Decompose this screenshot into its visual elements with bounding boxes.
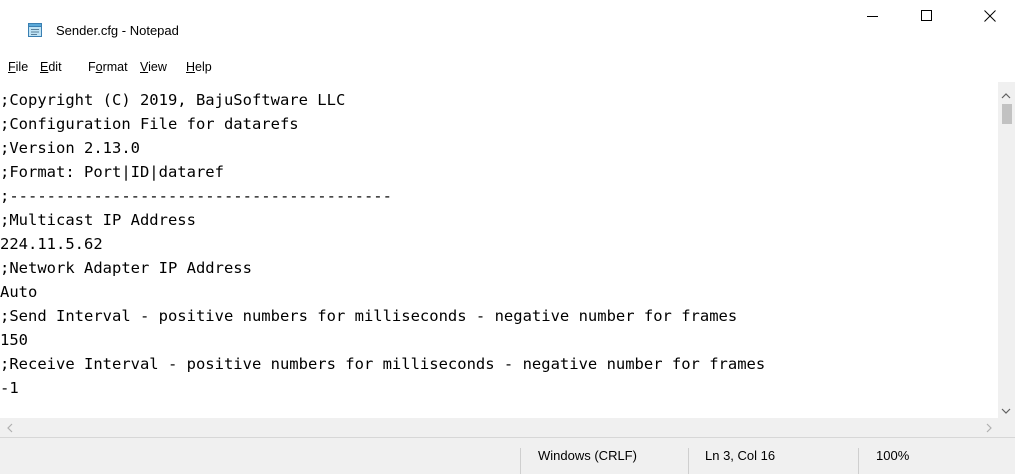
- editor-line: ;Version 2.13.0: [0, 139, 140, 157]
- menu-format[interactable]: Format: [88, 60, 128, 74]
- minimize-icon: [867, 16, 878, 17]
- menu-file[interactable]: File: [8, 60, 28, 74]
- title-bar[interactable]: Sender.cfg - Notepad: [0, 0, 1015, 38]
- editor-line: ;---------------------------------------…: [0, 187, 392, 205]
- editor-line: 224.11.5.62: [0, 235, 103, 253]
- editor-line: ;Format: Port|ID|dataref: [0, 163, 224, 181]
- close-icon: [984, 10, 996, 22]
- editor-line: ;Configuration File for datarefs: [0, 115, 299, 133]
- status-divider: [858, 448, 859, 474]
- editor-line: ;Network Adapter IP Address: [0, 259, 252, 277]
- line-ending-status: Windows (CRLF): [538, 448, 637, 463]
- close-button[interactable]: [967, 0, 1013, 32]
- notepad-icon: [27, 22, 43, 38]
- scroll-up-icon[interactable]: [1001, 87, 1011, 105]
- vertical-scrollbar[interactable]: [998, 82, 1015, 418]
- cursor-position-status: Ln 3, Col 16: [705, 448, 776, 463]
- editor-line: ;Send Interval - positive numbers for mi…: [0, 307, 738, 325]
- minimize-button[interactable]: [850, 0, 896, 32]
- menu-edit[interactable]: Edit: [40, 60, 62, 74]
- status-bar: Windows (CRLF) Ln 3, Col 16 100%: [0, 437, 1015, 474]
- scrollbar-corner: [998, 418, 1015, 437]
- text-editor[interactable]: ;Copyright (C) 2019, BajuSoftware LLC ;C…: [0, 82, 1000, 418]
- editor-line: -1: [0, 379, 19, 397]
- status-divider: [688, 448, 689, 474]
- editor-line: ;Receive Interval - positive numbers for…: [0, 355, 766, 373]
- editor-line: Auto: [0, 283, 38, 301]
- maximize-button[interactable]: [904, 0, 950, 32]
- editor-line: 150: [0, 331, 28, 349]
- menu-help[interactable]: Help: [186, 60, 212, 74]
- menu-bar: File Edit Format View Help: [0, 57, 1015, 79]
- status-divider: [520, 448, 521, 474]
- window-title: Sender.cfg - Notepad: [56, 23, 179, 38]
- horizontal-scrollbar[interactable]: [0, 418, 998, 437]
- maximize-icon: [921, 10, 932, 21]
- editor-line: ;Copyright (C) 2019, BajuSoftware LLC: [0, 91, 346, 109]
- zoom-status: 100%: [876, 448, 910, 463]
- editor-line: ;Multicast IP Address: [0, 211, 196, 229]
- menu-view[interactable]: View: [140, 60, 167, 74]
- vertical-scroll-thumb[interactable]: [1002, 104, 1012, 124]
- notepad-window: Sender.cfg - Notepad File Edit Format Vi…: [0, 0, 1015, 474]
